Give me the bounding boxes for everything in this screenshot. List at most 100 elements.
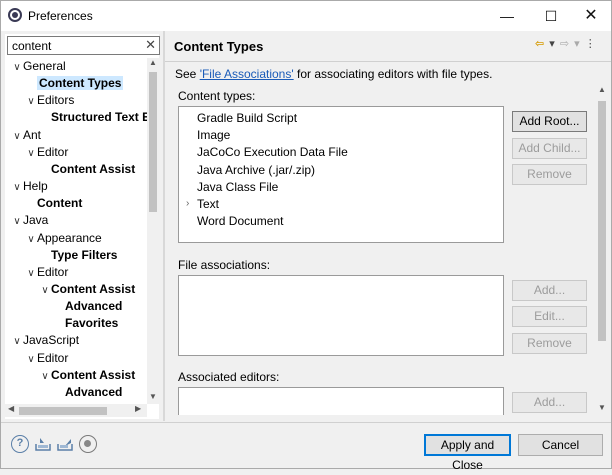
filter-input[interactable]: content ✕ xyxy=(7,36,160,55)
collapse-chevron-icon[interactable]: ∨ xyxy=(11,59,23,76)
scroll-up-icon[interactable]: ▲ xyxy=(598,85,606,94)
forward-menu-icon[interactable]: ▾ xyxy=(574,37,580,50)
tree-item-label: JavaScript xyxy=(23,333,80,348)
expand-chevron-icon[interactable]: › xyxy=(186,198,189,209)
tree-item[interactable]: Advanced xyxy=(53,298,122,315)
scroll-thumb[interactable] xyxy=(19,407,107,415)
scroll-down-icon[interactable]: ▼ xyxy=(149,392,157,401)
tree-item[interactable]: Content xyxy=(25,195,82,212)
page-title: Content Types xyxy=(174,39,264,54)
associated-editors-list[interactable] xyxy=(178,387,504,415)
tree-item[interactable]: ∨ Ant xyxy=(11,127,41,144)
tree-horizontal-scrollbar[interactable]: ◀ ▶ xyxy=(5,404,147,417)
collapse-chevron-icon[interactable]: ∨ xyxy=(11,179,23,196)
clear-filter-icon[interactable]: ✕ xyxy=(145,37,156,53)
tree-item-label: Editors xyxy=(37,93,75,108)
tree-item[interactable]: ∨ Editor xyxy=(25,144,68,161)
tree-item-label: Content xyxy=(37,196,83,211)
collapse-chevron-icon[interactable]: ∨ xyxy=(25,93,37,110)
title-divider xyxy=(165,61,611,62)
minimize-button[interactable]: — xyxy=(487,1,527,31)
content-type-item[interactable]: Text xyxy=(197,196,219,213)
help-icon[interactable]: ? xyxy=(11,435,29,453)
scroll-down-icon[interactable]: ▼ xyxy=(598,403,606,412)
filter-input-value: content xyxy=(12,39,52,53)
tree-item-label: Ant xyxy=(23,127,42,142)
tree-item[interactable]: Favorites xyxy=(53,315,118,332)
tree-item[interactable]: Content Types xyxy=(25,75,124,92)
page-vertical-scrollbar[interactable]: ▲ ▼ xyxy=(595,85,608,415)
collapse-chevron-icon[interactable]: ∨ xyxy=(39,368,51,385)
tree-item[interactable]: ∨ Java xyxy=(11,212,48,229)
edit-file-association-button[interactable]: Edit... xyxy=(512,306,587,327)
tree-item-label: Editor xyxy=(37,264,69,279)
remove-file-association-button[interactable]: Remove xyxy=(512,333,587,354)
file-associations-list[interactable] xyxy=(178,275,504,356)
description-text: for associating editors with file types. xyxy=(293,67,493,81)
content-type-item[interactable]: Java Archive (.jar/.zip) xyxy=(197,162,315,179)
scroll-up-icon[interactable]: ▲ xyxy=(149,58,157,67)
collapse-chevron-icon[interactable]: ∨ xyxy=(25,145,37,162)
collapse-chevron-icon[interactable]: ∨ xyxy=(39,282,51,299)
tree-item[interactable]: Type Filters xyxy=(39,247,117,264)
add-child-button[interactable]: Add Child... xyxy=(512,138,587,159)
close-button[interactable]: ✕ xyxy=(571,1,611,31)
file-associations-link[interactable]: 'File Associations' xyxy=(200,67,294,81)
tree-item[interactable]: ∨ Editor xyxy=(25,264,68,281)
record-icon[interactable] xyxy=(79,435,97,453)
tree-item[interactable]: ∨ Content Assist xyxy=(39,367,135,384)
page-description: See 'File Associations' for associating … xyxy=(175,67,492,81)
tree-item[interactable]: ∨ Editors xyxy=(25,92,74,109)
back-arrow-icon[interactable]: ⇦ xyxy=(535,37,544,50)
preferences-tree: ∨ General Content Types ∨ Editors Structured … xyxy=(5,58,147,404)
collapse-chevron-icon[interactable]: ∨ xyxy=(25,231,37,248)
view-menu-icon[interactable]: ⋮ xyxy=(585,37,596,50)
content-area: Content types: Gradle Build Script Image J… xyxy=(165,85,595,415)
back-menu-icon[interactable]: ▾ xyxy=(549,37,555,50)
cancel-button[interactable]: Cancel xyxy=(518,434,603,456)
tree-item-label: Java xyxy=(23,213,49,228)
scroll-right-icon[interactable]: ▶ xyxy=(135,404,141,413)
collapse-chevron-icon[interactable]: ∨ xyxy=(11,213,23,230)
maximize-button[interactable]: ☐ xyxy=(531,1,571,31)
content-types-tree[interactable]: Gradle Build Script Image JaCoCo Execution… xyxy=(178,106,504,243)
content-type-item[interactable]: Java Class File xyxy=(197,179,278,196)
eclipse-app-icon xyxy=(8,8,22,22)
tree-item-label: Advanced xyxy=(65,299,123,314)
window-title: Preferences xyxy=(28,9,93,23)
forward-arrow-icon[interactable]: ⇨ xyxy=(560,37,569,50)
collapse-chevron-icon[interactable]: ∨ xyxy=(25,265,37,282)
content-type-item[interactable]: JaCoCo Execution Data File xyxy=(197,144,348,161)
scroll-thumb[interactable] xyxy=(598,101,606,341)
tree-item-label: Editor xyxy=(37,350,69,365)
tree-item[interactable]: ∨ Appearance xyxy=(25,230,101,248)
tree-item-label: Type Filters xyxy=(51,247,118,262)
tree-item-label: Favorites xyxy=(65,316,119,331)
tree-item[interactable]: Advanced xyxy=(53,384,122,401)
tree-item-label: Structured Text Ed xyxy=(51,110,147,125)
content-type-item[interactable]: Gradle Build Script xyxy=(197,110,297,127)
add-file-association-button[interactable]: Add... xyxy=(512,280,587,301)
collapse-chevron-icon[interactable]: ∨ xyxy=(25,351,37,368)
content-type-item[interactable]: Word Document xyxy=(197,213,283,230)
add-associated-editor-button[interactable]: Add... xyxy=(512,392,587,413)
import-icon[interactable] xyxy=(34,435,52,453)
export-icon[interactable] xyxy=(56,435,74,453)
add-root-button[interactable]: Add Root... xyxy=(512,111,587,132)
tree-item[interactable]: ∨ Editor xyxy=(25,350,68,367)
tree-item[interactable]: Structured Text Ed xyxy=(39,109,147,126)
tree-item[interactable]: ∨ General xyxy=(11,58,65,76)
scroll-left-icon[interactable]: ◀ xyxy=(8,404,14,413)
tree-item[interactable]: Content Assist xyxy=(39,161,135,178)
tree-vertical-scrollbar[interactable]: ▲ ▼ xyxy=(147,58,159,404)
tree-item[interactable]: ∨ JavaScript xyxy=(11,332,79,349)
content-types-label: Content types: xyxy=(178,89,256,103)
apply-and-close-button[interactable]: Apply and Close xyxy=(424,434,511,472)
remove-content-type-button[interactable]: Remove xyxy=(512,164,587,185)
scroll-thumb[interactable] xyxy=(149,72,157,212)
content-type-item[interactable]: Image xyxy=(197,127,230,144)
collapse-chevron-icon[interactable]: ∨ xyxy=(11,128,23,145)
collapse-chevron-icon[interactable]: ∨ xyxy=(11,333,23,350)
tree-item[interactable]: ∨ Help xyxy=(11,178,47,196)
tree-item[interactable]: ∨ Content Assist xyxy=(39,281,135,298)
